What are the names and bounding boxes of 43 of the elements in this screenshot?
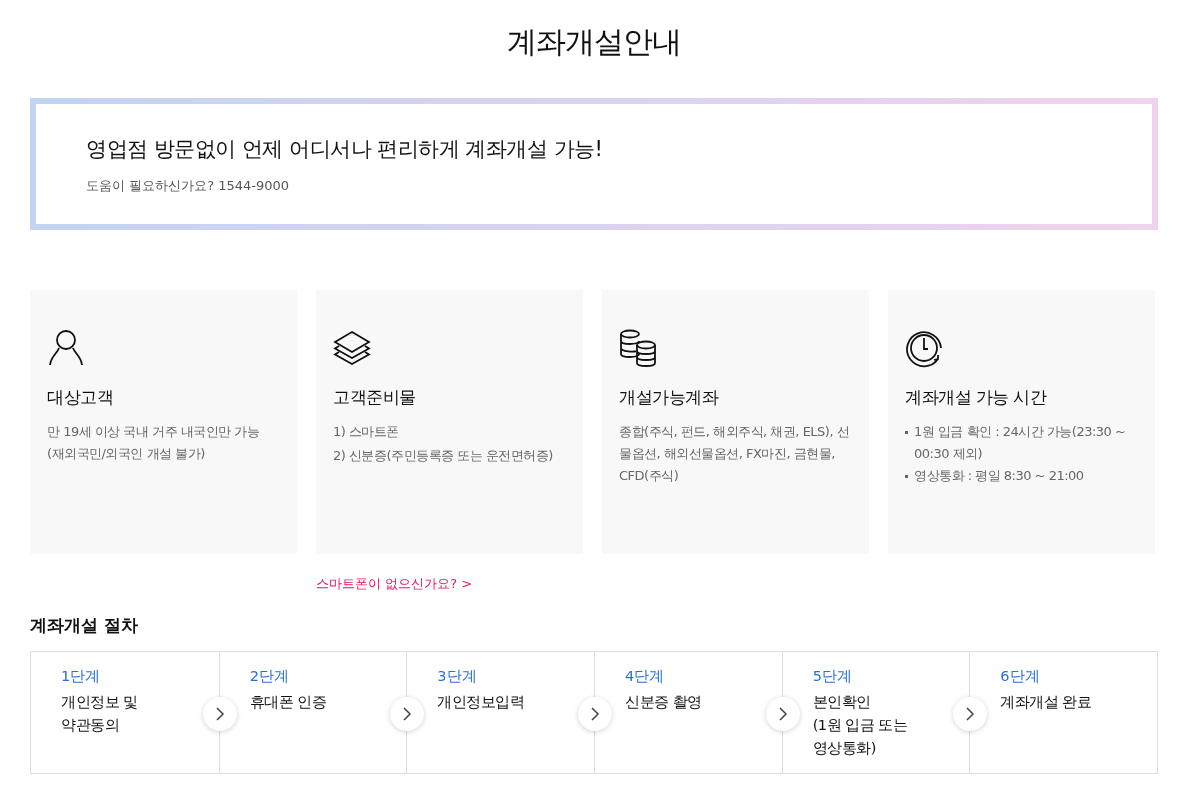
chevron-right-icon — [214, 706, 225, 721]
chevron-right-icon — [402, 706, 413, 721]
step-label: 신분증 촬영 — [625, 693, 703, 713]
bullet-icon — [905, 474, 908, 478]
chevron-right-icon — [590, 706, 600, 721]
next-arrow-button[interactable] — [390, 696, 425, 731]
section-title: 계좌개설 절차 — [30, 614, 139, 637]
coins-icon — [619, 328, 657, 368]
chevron-right-icon — [777, 706, 788, 721]
banner-headline: 영업점 방문없이 언제 어디서나 편리하게 계좌개설 가능! — [86, 136, 604, 163]
card-text: 영상통화 : 평일 8:30 ~ 21:00 — [914, 466, 1084, 485]
layers-icon — [333, 328, 371, 368]
step-label: 개인정보 및 약관동의 — [61, 693, 139, 736]
card-text: 1) 스마트폰 — [333, 422, 400, 441]
card-title: 개설가능계좌 — [619, 387, 720, 409]
step-number: 3단계 — [437, 666, 478, 686]
person-icon — [47, 328, 85, 368]
next-arrow-button[interactable] — [953, 696, 988, 731]
smartphone-link[interactable]: 스마트폰이 없으신가요? > — [316, 574, 473, 594]
step-number: 2단계 — [249, 666, 290, 686]
chevron-right-icon — [965, 706, 976, 721]
card-text: 1원 입금 확인 : 24시간 가능(23:30 ~ 00:30 제외) — [914, 422, 1127, 463]
next-arrow-button[interactable] — [765, 696, 800, 731]
step-number: 6단계 — [1000, 666, 1041, 686]
card-title: 고객준비물 — [333, 387, 417, 409]
step-number: 1단계 — [61, 666, 102, 686]
card-title: 대상고객 — [47, 387, 114, 409]
next-arrow-button[interactable] — [202, 696, 237, 731]
card-text: 2) 신분증(주민등록증 또는 운전면허증) — [333, 446, 554, 465]
step-label: 휴대폰 인증 — [249, 693, 328, 713]
step-label: 본인확인 (1원 입금 또는 영상통화) — [812, 693, 909, 759]
help-text: 도움이 필요하신가요? 1544-9000 — [86, 176, 291, 195]
step-label: 개인정보입력 — [437, 693, 526, 713]
step-label: 계좌개설 완료 — [1000, 693, 1093, 713]
card-text: 종합(주식, 펀드, 해외주식, 채권, ELS), 선물옵션, 해외선물옵션, FX마진, 금현물, CFD(주식) — [619, 422, 851, 485]
card-text: 만 19세 이상 국내 거주 내국인만 가능 (재외국민/외국인 개설 불가) — [47, 422, 261, 463]
bullet-icon — [905, 430, 908, 434]
clock-icon — [905, 328, 943, 368]
step-number: 4단계 — [625, 666, 666, 686]
page-title: 계좌개설안내 — [506, 24, 682, 60]
next-arrow-button[interactable] — [578, 696, 612, 731]
step-number: 5단계 — [812, 666, 853, 686]
card-title: 계좌개설 가능 시간 — [905, 387, 1048, 409]
